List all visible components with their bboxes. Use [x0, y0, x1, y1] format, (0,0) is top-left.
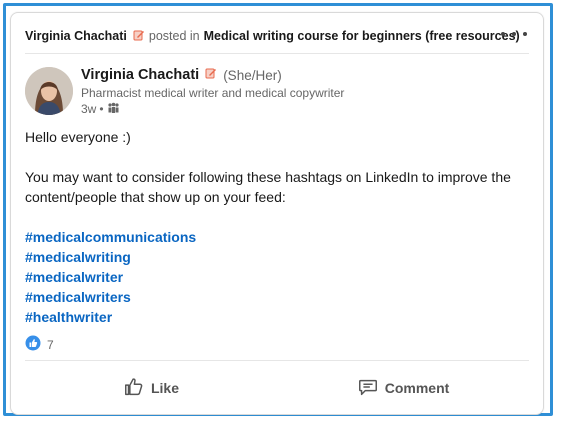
author-headline: Pharmacist medical writer and medical co…	[81, 86, 345, 100]
hashtag-link[interactable]: #medicalwriters	[25, 287, 525, 307]
post-card: Virginia Chachati posted in Medical writ…	[10, 12, 544, 415]
post-context-line: Virginia Chachati posted in Medical writ…	[25, 25, 529, 47]
action-bar: Like Comment	[25, 363, 529, 413]
actions-divider	[25, 360, 529, 361]
meta-separator: •	[99, 102, 104, 116]
post-paragraph: You may want to consider following these…	[25, 169, 511, 205]
context-author-name[interactable]: Virginia Chachati	[25, 29, 127, 43]
posted-in-text: posted in	[148, 29, 200, 43]
post-body: Hello everyone :) You may want to consid…	[25, 127, 525, 327]
header-divider	[25, 53, 529, 54]
dot-icon	[501, 32, 505, 36]
post-greeting: Hello everyone :)	[25, 129, 131, 145]
avatar[interactable]	[25, 67, 73, 115]
reactions-summary[interactable]: 7	[25, 335, 54, 354]
post-meta: 3w •	[81, 102, 481, 116]
like-button[interactable]: Like	[25, 368, 277, 408]
like-label: Like	[150, 380, 179, 396]
dot-icon	[512, 32, 516, 36]
comment-icon	[357, 376, 379, 401]
author-pronouns: (She/Her)	[223, 67, 282, 83]
author-name[interactable]: Virginia Chachati	[81, 67, 199, 83]
like-reaction-icon	[25, 335, 41, 354]
comment-label: Comment	[384, 380, 450, 396]
thumbs-up-icon	[123, 376, 145, 401]
hashtag-link[interactable]: #medicalwriting	[25, 247, 525, 267]
post-age: 3w	[81, 102, 97, 116]
reaction-count: 7	[47, 337, 54, 352]
group-link[interactable]: Medical writing course for beginners (fr…	[204, 29, 520, 43]
hashtag-link[interactable]: #healthwriter	[25, 307, 525, 327]
group-icon	[107, 102, 120, 116]
hashtag-link[interactable]: #medicalcommunications	[25, 227, 525, 247]
more-options-button[interactable]	[501, 27, 527, 41]
hashtag-link[interactable]: #medicalwriter	[25, 267, 525, 287]
dot-icon	[523, 32, 527, 36]
comment-button[interactable]: Comment	[277, 368, 529, 408]
edit-badge-icon	[133, 29, 145, 44]
edit-badge-icon	[205, 67, 217, 83]
author-block: Virginia Chachati (She/Her) Pharmacist m…	[81, 67, 481, 116]
